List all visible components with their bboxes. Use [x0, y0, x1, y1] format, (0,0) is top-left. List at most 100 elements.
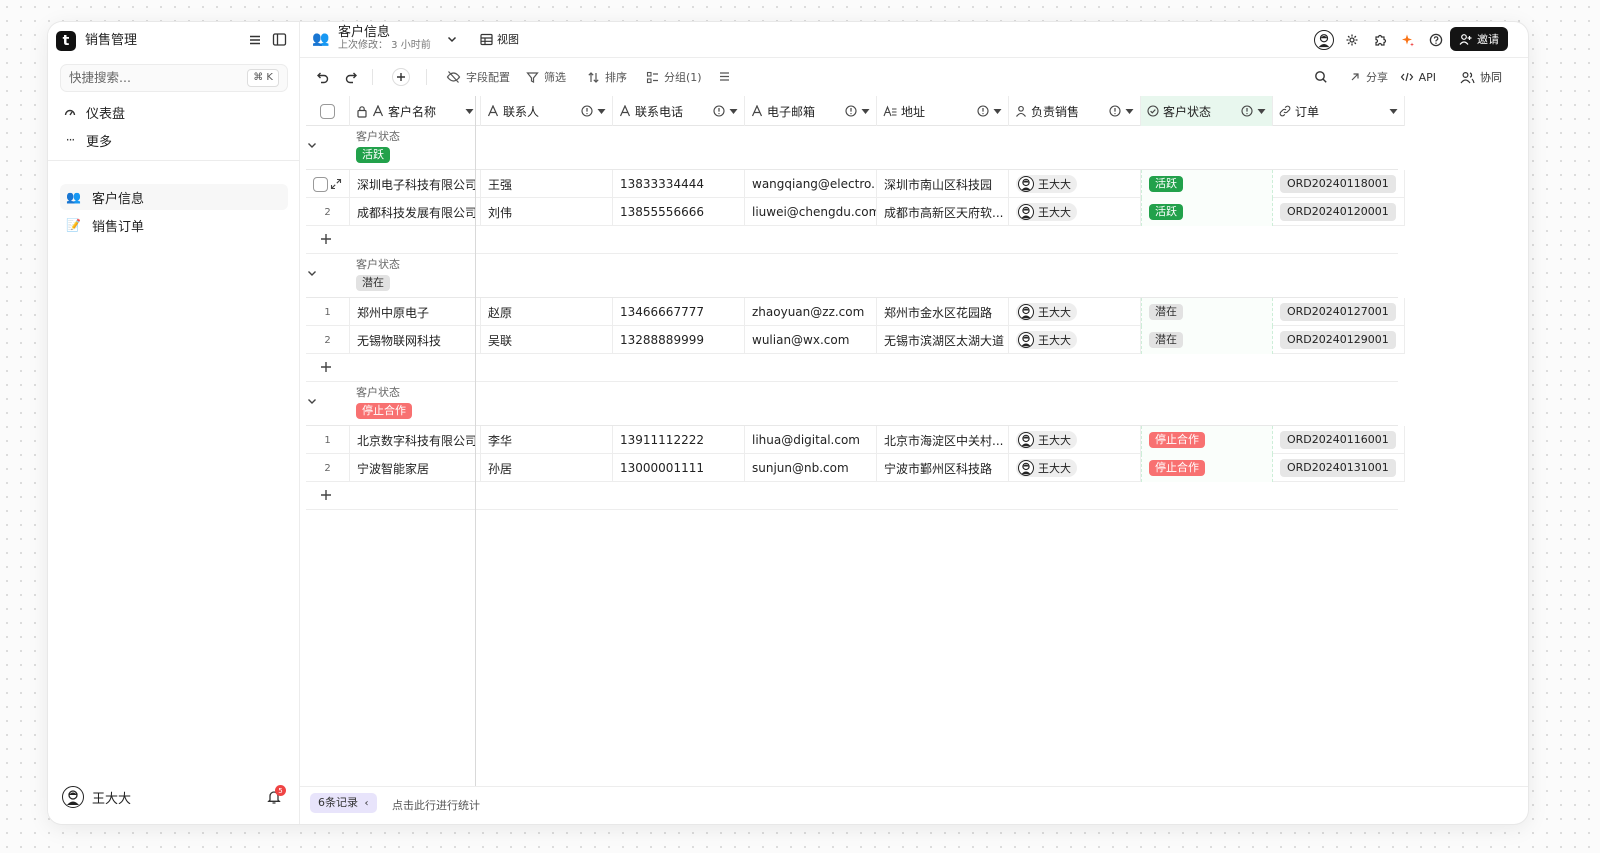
cell-email[interactable]: liuwei@chengdu.com [745, 198, 877, 226]
group-button[interactable]: 分组(1) [646, 69, 702, 85]
cell-status[interactable]: 活跃 [1141, 198, 1273, 226]
menu-icon[interactable] [248, 33, 262, 47]
cell-address[interactable]: 成都市高新区天府软... [877, 198, 1009, 226]
column-header-name[interactable]: 客户名称 [350, 96, 481, 126]
cell-address[interactable]: 郑州市金水区花园路 [877, 298, 1009, 326]
search-icon[interactable] [1314, 70, 1328, 84]
row-number-cell[interactable]: 2 [306, 326, 350, 354]
view-button[interactable]: 视图 [480, 31, 519, 47]
table-row[interactable]: 2 无锡物联网科技 吴联 13288889999 wulian@wx.com 无锡市滨湖区… [306, 326, 1405, 354]
cell-name[interactable]: 郑州中原电子 [350, 298, 481, 326]
nav-more[interactable]: ··· 更多 [62, 129, 112, 151]
order-link-tag[interactable]: ORD20240131001 [1280, 459, 1396, 477]
filter-button[interactable]: 筛选 [526, 69, 566, 85]
cell-sales[interactable]: 王大大 [1009, 198, 1141, 226]
dropdown-icon[interactable] [993, 108, 1002, 115]
cell-order[interactable]: ORD20240118001 [1273, 170, 1405, 198]
collaborate-button[interactable]: 协同 [1460, 69, 1502, 85]
sidebar-item-orders[interactable]: 📝 销售订单 [60, 212, 288, 238]
expand-icon[interactable] [330, 178, 342, 190]
row-number-cell[interactable] [306, 170, 350, 198]
table-row[interactable]: 1 郑州中原电子 赵原 13466667777 zhaoyuan@zz.com 郑州市金水… [306, 298, 1405, 326]
cell-phone[interactable]: 13911112222 [613, 426, 745, 454]
cell-status[interactable]: 停止合作 [1141, 426, 1273, 454]
chevron-down-icon[interactable] [306, 139, 318, 151]
cell-name[interactable]: 无锡物联网科技 [350, 326, 481, 354]
table-row[interactable]: 深圳电子科技有限公司 王强 13833334444 wangqiang@electro… [306, 170, 1405, 198]
table-row[interactable]: 2 宁波智能家居 孙居 13000001111 sunjun@nb.com 宁波市鄞州区科… [306, 454, 1405, 482]
plugins-button[interactable] [1369, 29, 1391, 51]
cell-contact[interactable]: 刘伟 [481, 198, 613, 226]
field-config-button[interactable]: 字段配置 [446, 69, 510, 85]
dropdown-icon[interactable] [1257, 108, 1266, 115]
group-header[interactable]: 客户状态 潜在 [306, 254, 1398, 298]
invite-button[interactable]: 邀请 [1450, 27, 1508, 51]
cell-order[interactable]: ORD20240120001 [1273, 198, 1405, 226]
column-header-address[interactable]: 地址 [877, 96, 1009, 126]
cell-email[interactable]: zhaoyuan@zz.com [745, 298, 877, 326]
cell-name[interactable]: 北京数字科技有限公司 [350, 426, 481, 454]
plus-icon[interactable] [320, 489, 332, 501]
cell-sales[interactable]: 王大大 [1009, 426, 1141, 454]
undo-icon[interactable] [316, 70, 330, 84]
dropdown-icon[interactable] [729, 108, 738, 115]
record-count-button[interactable]: 6条记录 ‹ [310, 793, 377, 813]
cell-sales[interactable]: 王大大 [1009, 170, 1141, 198]
cell-order[interactable]: ORD20240129001 [1273, 326, 1405, 354]
order-link-tag[interactable]: ORD20240116001 [1280, 431, 1396, 449]
add-record-icon[interactable] [392, 68, 410, 86]
cell-address[interactable]: 北京市海淀区中关村... [877, 426, 1009, 454]
dropdown-icon[interactable] [465, 108, 474, 115]
row-number-cell[interactable]: 1 [306, 426, 350, 454]
order-link-tag[interactable]: ORD20240118001 [1280, 175, 1396, 193]
select-all-checkbox[interactable] [306, 96, 350, 126]
nav-dashboard[interactable]: 仪表盘 [62, 101, 125, 123]
table-row[interactable]: 2 成都科技发展有限公司 刘伟 13855556666 liuwei@chengdu.c… [306, 198, 1405, 226]
cell-address[interactable]: 深圳市南山区科技园 [877, 170, 1009, 198]
add-row[interactable] [306, 354, 1398, 382]
plus-icon[interactable] [320, 233, 332, 245]
group-header[interactable]: 客户状态 停止合作 [306, 382, 1398, 426]
cell-email[interactable]: wangqiang@electro... [745, 170, 877, 198]
sort-button[interactable]: 排序 [587, 69, 627, 85]
add-row[interactable] [306, 482, 1398, 510]
cell-status[interactable]: 潜在 [1141, 298, 1273, 326]
cell-order[interactable]: ORD20240127001 [1273, 298, 1405, 326]
column-header-email[interactable]: 电子邮箱 [745, 96, 877, 126]
cell-contact[interactable]: 吴联 [481, 326, 613, 354]
more-options-icon[interactable] [718, 70, 731, 83]
column-header-phone[interactable]: 联系电话 [613, 96, 745, 126]
api-button[interactable]: API [1400, 69, 1436, 85]
cell-phone[interactable]: 13000001111 [613, 454, 745, 482]
row-number-cell[interactable]: 2 [306, 454, 350, 482]
column-header-sales[interactable]: 负责销售 [1009, 96, 1141, 126]
cell-name[interactable]: 成都科技发展有限公司 [350, 198, 481, 226]
ai-button[interactable] [1397, 29, 1419, 51]
order-link-tag[interactable]: ORD20240129001 [1280, 331, 1396, 349]
cell-email[interactable]: sunjun@nb.com [745, 454, 877, 482]
column-header-status[interactable]: 客户状态 [1141, 96, 1273, 126]
dropdown-icon[interactable] [861, 108, 870, 115]
add-row[interactable] [306, 226, 1398, 254]
share-button[interactable]: 分享 [1349, 69, 1388, 85]
quick-search-input[interactable]: 快捷搜索... ⌘ K [60, 64, 288, 92]
cell-phone[interactable]: 13288889999 [613, 326, 745, 354]
redo-icon[interactable] [344, 70, 358, 84]
cell-order[interactable]: ORD20240116001 [1273, 426, 1405, 454]
row-checkbox[interactable] [313, 176, 328, 192]
cell-status[interactable]: 潜在 [1141, 326, 1273, 354]
notifications-button[interactable]: 5 [266, 785, 286, 808]
table-title[interactable]: 客户信息 [338, 26, 390, 40]
cell-contact[interactable]: 王强 [481, 170, 613, 198]
cell-address[interactable]: 宁波市鄞州区科技路 [877, 454, 1009, 482]
settings-button[interactable] [1341, 29, 1363, 51]
help-button[interactable] [1425, 29, 1447, 51]
row-number-cell[interactable]: 2 [306, 198, 350, 226]
chevron-down-icon[interactable] [306, 267, 318, 279]
table-row[interactable]: 1 北京数字科技有限公司 李华 13911112222 lihua@digital.co… [306, 426, 1405, 454]
cell-name[interactable]: 宁波智能家居 [350, 454, 481, 482]
chevron-down-icon[interactable] [446, 33, 458, 45]
current-user[interactable]: 王大大 [62, 786, 131, 808]
column-header-orders[interactable]: 订单 [1273, 96, 1405, 126]
dropdown-icon[interactable] [1389, 108, 1398, 115]
